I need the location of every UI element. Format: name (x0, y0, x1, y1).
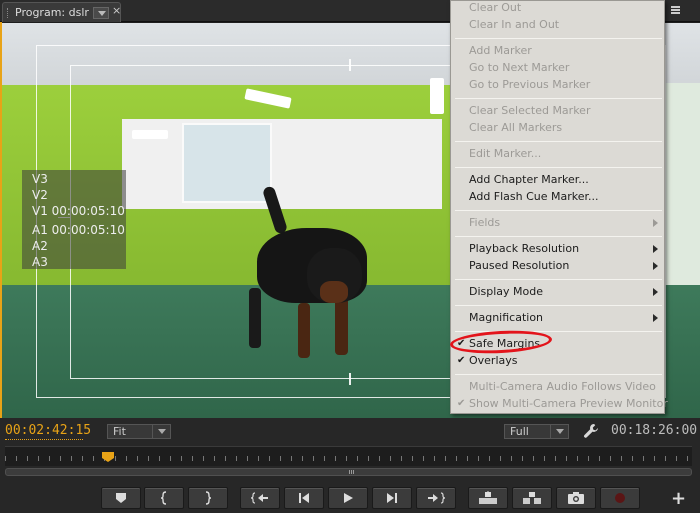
menu-separator (455, 305, 662, 306)
menu-separator (455, 167, 662, 168)
menu-item-go-to-previous-marker[interactable]: Go to Previous Marker (469, 78, 590, 91)
checkmark-icon: ✔ (457, 398, 466, 409)
extract-button[interactable] (512, 487, 552, 509)
go-to-out-icon (428, 492, 445, 504)
mark-in-icon (160, 491, 167, 505)
step-back-icon (299, 493, 309, 503)
menu-item-playback-resolution[interactable]: Playback Resolution (469, 242, 579, 255)
submenu-arrow-icon (653, 314, 658, 322)
menu-item-clear-out[interactable]: Clear Out (469, 1, 521, 14)
overlay-track-v3: V3 (32, 172, 48, 186)
chevron-down-icon (550, 425, 568, 438)
menu-item-fields[interactable]: Fields (469, 216, 500, 229)
mark-out-icon (205, 491, 212, 505)
time-ruler[interactable] (5, 446, 692, 466)
go-to-in-icon (251, 492, 268, 504)
overlay-track-a2: A2 (32, 239, 48, 253)
monitor-controls: 00:02:42:15 Fit Full 00:18:26:00 + (0, 418, 700, 513)
zoom-scrollbar[interactable] (5, 468, 692, 476)
play-icon (344, 493, 353, 503)
zoom-level-value: Fit (113, 425, 126, 438)
export-frame-button[interactable] (556, 487, 596, 509)
current-timecode[interactable]: 00:02:42:15 (5, 423, 91, 440)
overlay-track-v1: V1 00:00:05:10 (32, 204, 125, 218)
step-forward-button[interactable] (372, 487, 412, 509)
center-tick-bottom (349, 373, 351, 385)
menu-separator (455, 98, 662, 99)
menu-separator (455, 374, 662, 375)
playback-resolution-select[interactable]: Full (504, 424, 569, 439)
lift-button[interactable] (468, 487, 508, 509)
submenu-arrow-icon (653, 262, 658, 270)
step-back-button[interactable] (284, 487, 324, 509)
close-tab-button[interactable]: × (112, 4, 121, 17)
menu-item-show-multi-camera-preview-monitor[interactable]: Show Multi-Camera Preview Monitor (469, 397, 668, 410)
menu-separator (455, 236, 662, 237)
step-forward-icon (387, 493, 397, 503)
overlay-track-v2: V2 (32, 188, 48, 202)
tab-label: Program: dslr (15, 6, 89, 19)
panel-menu-icon[interactable] (668, 3, 682, 17)
chevron-down-icon (152, 425, 170, 438)
menu-separator (455, 141, 662, 142)
lift-icon (479, 491, 497, 504)
go-to-out-button[interactable] (416, 487, 456, 509)
overlay-track-a3: A3 (32, 255, 48, 269)
record-icon (615, 493, 625, 503)
submenu-arrow-icon (653, 245, 658, 253)
scrollbar-grip[interactable] (349, 470, 355, 474)
menu-item-magnification[interactable]: Magnification (469, 311, 543, 324)
menu-item-display-mode[interactable]: Display Mode (469, 285, 543, 298)
wrench-settings-icon[interactable] (583, 423, 599, 439)
zoom-level-select[interactable]: Fit (107, 424, 171, 439)
record-button[interactable] (600, 487, 640, 509)
sequence-dropdown-icon[interactable] (93, 7, 109, 19)
program-monitor-tab[interactable]: Program: dslr × (2, 2, 121, 22)
menu-item-paused-resolution[interactable]: Paused Resolution (469, 259, 569, 272)
menu-item-edit-marker[interactable]: Edit Marker... (469, 147, 541, 160)
menu-item-go-to-next-marker[interactable]: Go to Next Marker (469, 61, 569, 74)
play-button[interactable] (328, 487, 368, 509)
menu-item-clear-selected-marker[interactable]: Clear Selected Marker (469, 104, 590, 117)
playback-resolution-value: Full (510, 425, 529, 438)
sequence-duration: 00:18:26:00 (611, 423, 698, 438)
submenu-arrow-icon (653, 219, 658, 227)
marker-icon (116, 493, 126, 503)
menu-item-overlays[interactable]: Overlays (469, 354, 518, 367)
track-overlay-box: V3 V2 V1 00:00:05:10 A1 00:00:05:10 A2 A… (22, 170, 126, 269)
button-editor-plus-button[interactable]: + (671, 488, 686, 509)
tab-grip-icon[interactable] (7, 8, 9, 18)
menu-item-add-flash-cue-marker[interactable]: Add Flash Cue Marker... (469, 190, 599, 203)
menu-item-add-chapter-marker[interactable]: Add Chapter Marker... (469, 173, 589, 186)
camera-icon (568, 492, 584, 504)
center-tick-top (349, 59, 351, 71)
extract-icon (523, 492, 541, 504)
menu-separator (455, 279, 662, 280)
checkmark-icon: ✔ (457, 355, 466, 366)
submenu-arrow-icon (653, 288, 658, 296)
menu-item-multi-camera-audio-follows-video[interactable]: Multi-Camera Audio Follows Video (469, 380, 656, 393)
overlay-track-a1: A1 00:00:05:10 (32, 223, 125, 237)
menu-item-add-marker[interactable]: Add Marker (469, 44, 532, 57)
menu-separator (455, 38, 662, 39)
menu-item-clear-all-markers[interactable]: Clear All Markers (469, 121, 562, 134)
mark-out-button[interactable] (188, 487, 228, 509)
menu-item-clear-in-and-out[interactable]: Clear In and Out (469, 18, 559, 31)
menu-separator (455, 210, 662, 211)
go-to-in-button[interactable] (240, 487, 280, 509)
mark-in-button[interactable] (144, 487, 184, 509)
add-marker-button[interactable] (101, 487, 141, 509)
